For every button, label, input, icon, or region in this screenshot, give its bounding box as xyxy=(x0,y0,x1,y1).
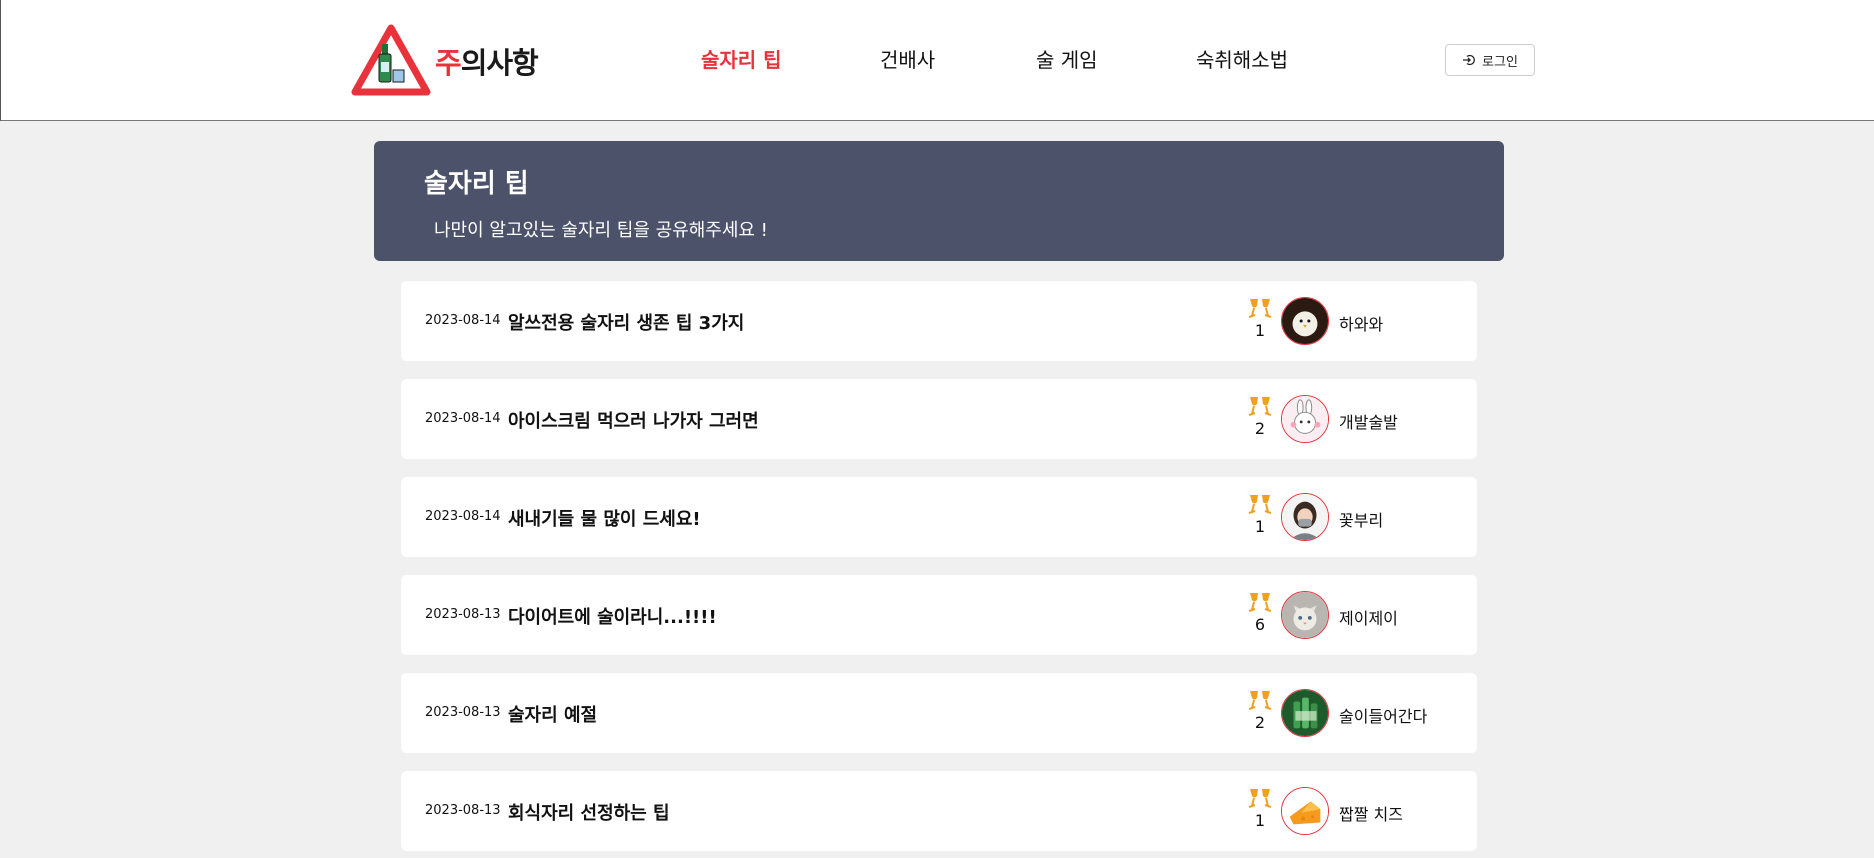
cheers-count: 2 xyxy=(1254,713,1266,732)
post-row[interactable]: 2023-08-14 아이스크림 먹으러 나가자 그러면 2 개발술발 xyxy=(401,379,1477,459)
post-date: 2023-08-13 xyxy=(425,803,501,818)
login-label: 로그인 xyxy=(1482,54,1518,70)
page-title: 술자리 팁 xyxy=(424,169,529,199)
cheers-counter[interactable]: 2 xyxy=(1246,395,1274,438)
post-date: 2023-08-13 xyxy=(425,705,501,720)
post-author[interactable]: 술이들어간다 xyxy=(1339,703,1427,727)
post-date: 2023-08-14 xyxy=(425,313,501,328)
cheers-icon xyxy=(1248,495,1272,514)
author-avatar[interactable] xyxy=(1281,297,1329,345)
post-author[interactable]: 하와와 xyxy=(1339,311,1383,335)
author-avatar[interactable] xyxy=(1281,689,1329,737)
logo-accent: 주 xyxy=(435,46,462,80)
cheers-icon xyxy=(1248,397,1272,416)
post-author[interactable]: 제이제이 xyxy=(1339,605,1398,629)
cheers-count: 1 xyxy=(1254,321,1266,340)
login-icon xyxy=(1463,54,1476,66)
cheers-counter[interactable]: 1 xyxy=(1246,493,1274,536)
post-title[interactable]: 알쓰전용 술자리 생존 팁 3가지 xyxy=(508,309,744,335)
post-author[interactable]: 꽃부리 xyxy=(1339,507,1383,531)
chick-avatar-icon xyxy=(1282,298,1328,344)
bottles-avatar-icon xyxy=(1282,690,1328,736)
post-row[interactable]: 2023-08-13 다이어트에 술이라니...!!!! 6 제이제이 xyxy=(401,575,1477,655)
cheers-counter[interactable]: 6 xyxy=(1246,591,1274,634)
nav-item-drinking-games[interactable]: 술 게임 xyxy=(1036,44,1098,73)
site-logo[interactable]: 주의사항 xyxy=(351,24,539,98)
post-row[interactable]: 2023-08-13 술자리 예절 2 술이들어간다 xyxy=(401,673,1477,753)
cheers-icon xyxy=(1248,299,1272,318)
cheese-avatar-icon xyxy=(1282,788,1328,834)
logo-rest: 의사항 xyxy=(460,46,539,80)
nav-item-hangover-cures[interactable]: 숙취해소법 xyxy=(1196,44,1288,73)
cheers-counter[interactable]: 1 xyxy=(1246,787,1274,830)
cheers-count: 2 xyxy=(1254,419,1266,438)
post-date: 2023-08-14 xyxy=(425,411,501,426)
cheers-icon xyxy=(1248,593,1272,612)
page-subtitle: 나만이 알고있는 술자리 팁을 공유해주세요 ! xyxy=(434,220,768,241)
cheers-icon xyxy=(1248,691,1272,710)
author-avatar[interactable] xyxy=(1281,591,1329,639)
cheers-counter[interactable]: 1 xyxy=(1246,297,1274,340)
logo-text: 주의사항 xyxy=(435,40,539,82)
post-row[interactable]: 2023-08-14 알쓰전용 술자리 생존 팁 3가지 1 하와와 xyxy=(401,281,1477,361)
post-row[interactable]: 2023-08-14 새내기들 물 많이 드세요! 1 꽃부리 xyxy=(401,477,1477,557)
post-date: 2023-08-14 xyxy=(425,509,501,524)
post-author[interactable]: 짭짤 치즈 xyxy=(1339,801,1403,825)
post-title[interactable]: 아이스크림 먹으러 나가자 그러면 xyxy=(508,407,759,433)
post-title[interactable]: 새내기들 물 많이 드세요! xyxy=(508,505,701,531)
nav-item-drinking-tips[interactable]: 술자리 팁 xyxy=(701,44,782,73)
warning-bottle-logo-icon xyxy=(351,24,431,96)
cheers-count: 6 xyxy=(1254,615,1266,634)
category-banner: 술자리 팁 나만이 알고있는 술자리 팁을 공유해주세요 ! xyxy=(374,141,1504,261)
post-row[interactable]: 2023-08-13 회식자리 선정하는 팁 1 짭짤 치즈 xyxy=(401,771,1477,851)
post-title[interactable]: 회식자리 선정하는 팁 xyxy=(508,799,670,825)
cheers-count: 1 xyxy=(1254,811,1266,830)
author-avatar[interactable] xyxy=(1281,493,1329,541)
post-list: 2023-08-14 알쓰전용 술자리 생존 팁 3가지 1 하와와 2023-… xyxy=(401,281,1477,858)
rabbit-avatar-icon xyxy=(1282,396,1328,442)
cheers-icon xyxy=(1248,789,1272,808)
person-avatar-icon xyxy=(1282,494,1328,540)
post-title[interactable]: 술자리 예절 xyxy=(508,701,597,727)
cheers-counter[interactable]: 2 xyxy=(1246,689,1274,732)
author-avatar[interactable] xyxy=(1281,395,1329,443)
nav-item-toasts[interactable]: 건배사 xyxy=(880,44,935,73)
cat-avatar-icon xyxy=(1282,592,1328,638)
top-header: 주의사항 술자리 팁 건배사 술 게임 숙취해소법 로그인 xyxy=(0,0,1874,121)
post-author[interactable]: 개발술발 xyxy=(1339,409,1398,433)
author-avatar[interactable] xyxy=(1281,787,1329,835)
post-title[interactable]: 다이어트에 술이라니...!!!! xyxy=(508,603,717,629)
post-date: 2023-08-13 xyxy=(425,607,501,622)
cheers-count: 1 xyxy=(1254,517,1266,536)
login-button[interactable]: 로그인 xyxy=(1445,44,1535,76)
